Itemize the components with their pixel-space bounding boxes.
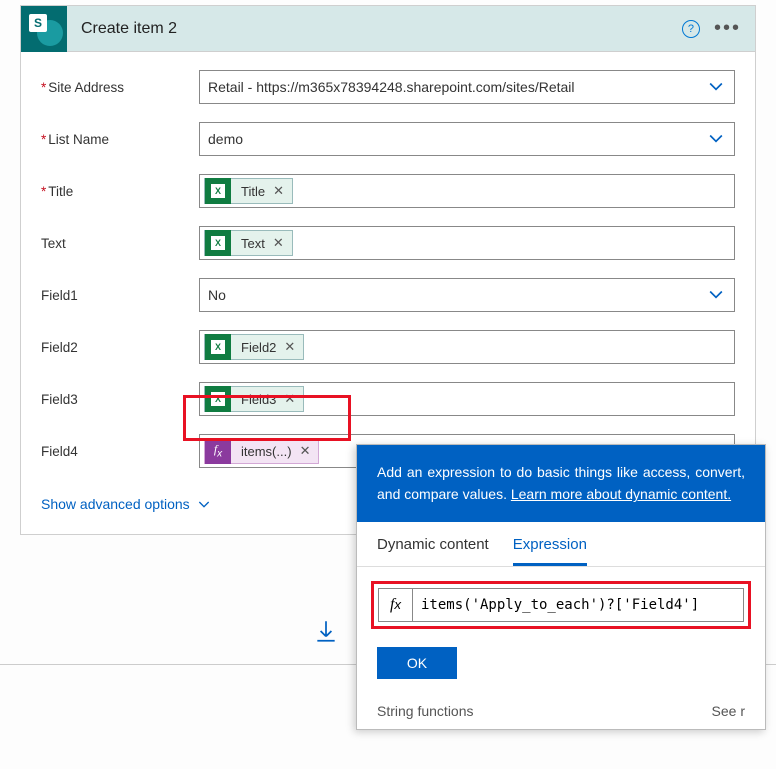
insert-step-button[interactable] <box>313 618 339 649</box>
title-input[interactable]: X Title ✕ <box>199 174 735 208</box>
field1-value: No <box>208 287 226 303</box>
excel-token-text[interactable]: X Text ✕ <box>204 230 293 256</box>
label-field4: Field4 <box>41 444 199 459</box>
chevron-down-icon <box>706 76 726 99</box>
help-icon[interactable]: ? <box>682 20 700 38</box>
label-field2: Field2 <box>41 340 199 355</box>
excel-icon: X <box>205 386 231 412</box>
chevron-down-icon <box>196 496 212 512</box>
more-menu-icon[interactable]: ••• <box>714 17 741 40</box>
excel-icon: X <box>205 178 231 204</box>
sharepoint-icon: S <box>21 6 67 52</box>
popup-tabs: Dynamic content Expression <box>357 522 765 567</box>
card-header: S Create item 2 ? ••• <box>21 6 755 52</box>
excel-token-title[interactable]: X Title ✕ <box>204 178 293 204</box>
learn-more-link[interactable]: Learn more about dynamic content. <box>511 486 731 502</box>
expression-input-row: fx <box>378 588 744 622</box>
chevron-down-icon <box>706 128 726 151</box>
remove-token-icon[interactable]: ✕ <box>296 443 315 459</box>
tab-expression[interactable]: Expression <box>513 536 587 566</box>
ok-button[interactable]: OK <box>377 647 457 679</box>
remove-token-icon[interactable]: ✕ <box>269 235 288 251</box>
label-field3: Field3 <box>41 392 199 407</box>
remove-token-icon[interactable]: ✕ <box>269 183 288 199</box>
label-site-address: Site Address <box>41 80 199 95</box>
chevron-down-icon <box>706 284 726 307</box>
field2-input[interactable]: X Field2 ✕ <box>199 330 735 364</box>
excel-token-field3[interactable]: X Field3 ✕ <box>204 386 304 412</box>
remove-token-icon[interactable]: ✕ <box>280 339 299 355</box>
remove-token-icon[interactable]: ✕ <box>280 391 299 407</box>
expression-highlight: fx <box>371 581 751 629</box>
fx-token-field4[interactable]: fx items(...) ✕ <box>204 438 319 464</box>
excel-icon: X <box>205 230 231 256</box>
tab-dynamic-content[interactable]: Dynamic content <box>377 536 489 566</box>
expression-popup: Add an expression to do basic things lik… <box>356 444 766 730</box>
expression-input[interactable] <box>413 597 743 613</box>
excel-token-field2[interactable]: X Field2 ✕ <box>204 334 304 360</box>
label-field1: Field1 <box>41 288 199 303</box>
site-address-select[interactable]: Retail - https://m365x78394248.sharepoin… <box>199 70 735 104</box>
list-name-select[interactable]: demo <box>199 122 735 156</box>
see-more-link[interactable]: See r <box>712 703 745 719</box>
field3-input[interactable]: X Field3 ✕ <box>199 382 735 416</box>
excel-icon: X <box>205 334 231 360</box>
site-address-value: Retail - https://m365x78394248.sharepoin… <box>208 79 575 95</box>
list-name-value: demo <box>208 131 243 147</box>
function-group-label: String functions <box>377 703 474 719</box>
label-list-name: List Name <box>41 132 199 147</box>
fx-icon: fx <box>205 438 231 464</box>
popup-intro: Add an expression to do basic things lik… <box>357 445 765 522</box>
function-group-row[interactable]: String functions See r <box>357 693 765 729</box>
card-title: Create item 2 <box>67 20 682 38</box>
fx-icon: fx <box>379 588 413 622</box>
text-input[interactable]: X Text ✕ <box>199 226 735 260</box>
label-text: Text <box>41 236 199 251</box>
label-title: Title <box>41 184 199 199</box>
field1-select[interactable]: No <box>199 278 735 312</box>
